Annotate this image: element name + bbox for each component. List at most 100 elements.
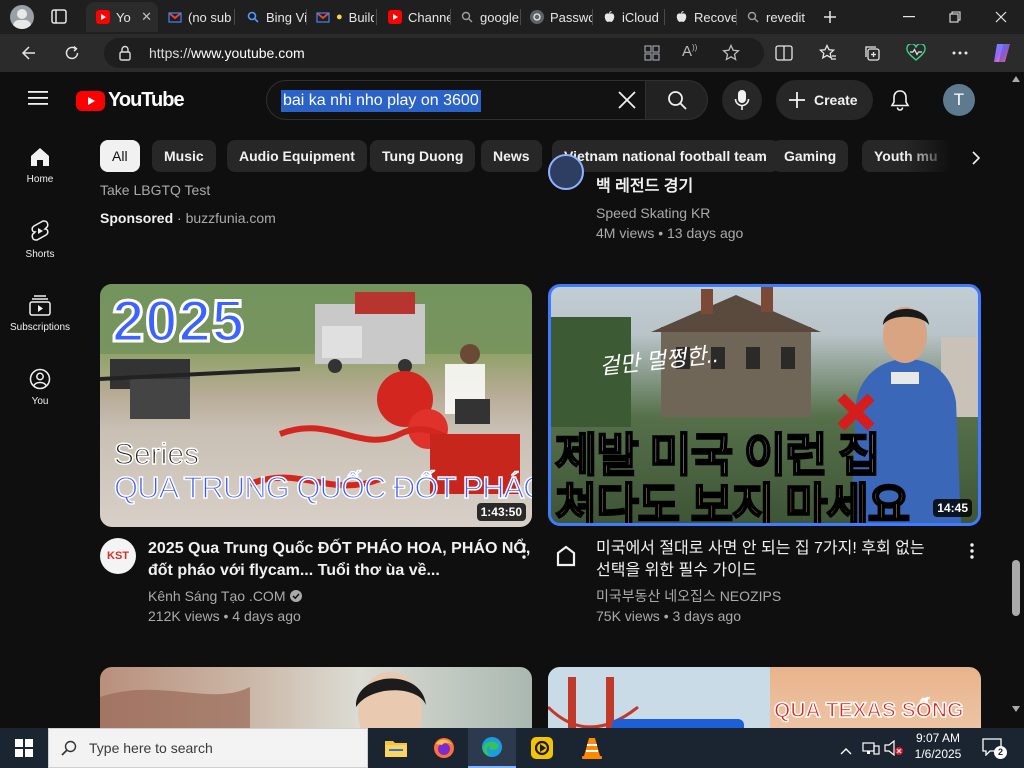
chip-audio-equipment[interactable]: Audio Equipment [227,140,367,172]
tab-bing-video[interactable]: Bing Vi [236,2,306,32]
channel-name-speed-skating[interactable]: Speed Skating KR [596,203,710,223]
page-scrollbar[interactable] [1008,72,1024,728]
tab-label: (no sub [188,9,232,25]
thumbnail-caption-text: QUA TRUNG QUỐC ĐỐT PHÁO [113,469,532,506]
video-thumbnail-bottom-left[interactable] [100,667,532,728]
video-title-speed-skating[interactable]: 백 레전드 경기 [596,176,693,198]
video-title-us-houses-line2[interactable]: 선택을 위한 필수 가이드 [596,560,757,582]
video-thumbnail-texas[interactable]: QUA TEXAS SỐNG [548,667,981,728]
plex-app[interactable] [518,728,566,768]
search-input[interactable]: bai ka nhi nho play on 3600 [266,80,646,120]
guide-item-you[interactable]: You [4,350,76,424]
notification-count-badge: 2 [994,746,1007,759]
address-bar[interactable]: https://www.youtube.com A)) [104,38,764,68]
video-thumbnail-fireworks[interactable]: 2025 Series QUA TRUNG QUỐC ĐỐT PHÁO 1:43… [100,284,532,527]
tab-channel[interactable]: Channe [378,2,450,32]
chip-gaming[interactable]: Gaming [772,140,849,172]
search-icon [61,740,77,756]
voice-search-button[interactable] [722,80,762,120]
volume-muted-icon[interactable] [884,739,904,761]
video-title-fireworks-line1[interactable]: 2025 Qua Trung Quốc ĐỐT PHÁO HOA, PHÁO N… [148,538,530,560]
chips-next-arrow-icon[interactable] [966,148,986,168]
tab-gmail[interactable]: (no sub [158,2,234,32]
tab-recover[interactable]: Recove [664,2,736,32]
create-button[interactable]: Create [776,80,873,120]
hamburger-menu-icon[interactable] [28,90,52,110]
account-avatar[interactable]: T [943,84,975,116]
tab-label: iCloud [622,9,659,25]
back-button[interactable] [14,39,42,67]
chip-music[interactable]: Music [152,140,216,172]
chip-news[interactable]: News [481,140,542,172]
video-menu-icon[interactable] [514,539,534,563]
app-available-icon[interactable] [644,45,660,66]
new-tab-button[interactable] [818,5,842,29]
video-menu-icon[interactable] [962,539,982,563]
search-icon [246,10,260,24]
read-aloud-icon[interactable]: A)) [682,43,697,60]
scroll-up-arrow-icon[interactable] [1012,76,1020,82]
youtube-logo[interactable]: YouTube [76,89,185,112]
guide-item-subscriptions[interactable]: Subscriptions [4,276,76,350]
tab-youtube[interactable]: Yo ✕ [86,2,158,32]
channel-avatar-kenh-sang-tao[interactable]: KST [100,538,136,574]
apple-icon [674,10,688,24]
windows-taskbar: Type here to search 9:07 AM 1/6/2025 2 [0,728,1024,768]
microphone-icon [734,90,750,110]
sponsored-line[interactable]: Take LBGTQ Test [100,180,210,200]
chip-vietnam-national-football-team[interactable]: Vietnam national football team [552,140,779,172]
channel-avatar-neozips[interactable] [548,538,584,574]
firefox-app[interactable] [420,728,468,768]
profile-avatar[interactable] [10,5,34,29]
search-button[interactable] [646,80,708,120]
collections-icon[interactable] [858,39,886,67]
filter-chips-bar: All Music Audio Equipment Tung Duong New… [100,136,970,176]
tab-passwords[interactable]: Passwo [520,2,592,32]
start-button[interactable] [0,728,48,768]
more-options-icon[interactable] [946,39,974,67]
tab-revedit[interactable]: revedit [736,2,808,32]
network-icon[interactable] [862,740,880,761]
refresh-button[interactable] [58,39,86,67]
tab-icloud[interactable]: iCloud [592,2,664,32]
edge-app[interactable] [468,728,516,768]
video-thumbnail-us-houses[interactable]: 겉만 멀쩡한.. 제발 미국 이런 집 쳐다도 보지 마세요 14:45 [548,284,981,526]
minimize-button[interactable] [886,0,932,34]
video-title-us-houses-line1[interactable]: 미국에서 절대로 사면 안 되는 집 7가지! 후회 없는 [596,538,925,560]
scrollbar-thumb[interactable] [1012,560,1020,616]
guide-item-home[interactable]: Home [4,128,76,202]
channel-avatar-speed-skating[interactable] [548,154,584,190]
tab-google[interactable]: google [450,2,520,32]
tab-actions-icon[interactable] [50,8,70,26]
chip-all[interactable]: All [100,140,140,172]
favorite-star-icon[interactable] [722,43,740,67]
restore-button[interactable] [932,0,978,34]
taskbar-clock[interactable]: 9:07 AM 1/6/2025 [904,731,972,761]
close-window-button[interactable] [978,0,1024,34]
notifications-center-icon[interactable]: 2 [982,738,1008,760]
lock-icon[interactable] [118,45,132,66]
video-duration: 14:45 [933,499,972,517]
channel-name-kenh-sang-tao[interactable]: Kênh Sáng Tạo .COM [148,586,303,606]
video-meta-fireworks: 212K views • 4 days ago [148,608,301,624]
guide-item-shorts[interactable]: Shorts [4,202,76,276]
file-explorer-app[interactable] [372,728,420,768]
scroll-down-arrow-icon[interactable] [1012,706,1020,712]
vlc-app[interactable] [568,728,616,768]
browser-essentials-icon[interactable] [902,39,930,67]
favorites-icon[interactable] [814,39,842,67]
clear-search-icon[interactable] [617,90,637,115]
channel-name-neozips[interactable]: 미국부동산 네오집스 NEOZIPS [596,586,781,606]
tab-build[interactable]: ● Build [306,2,374,32]
notifications-bell-icon[interactable] [890,89,910,116]
taskbar-search-box[interactable]: Type here to search [48,728,368,768]
show-hidden-icons-chevron-icon[interactable] [840,742,852,760]
split-screen-icon[interactable] [770,39,798,67]
video-meta-speed-skating: 4M views • 13 days ago [596,225,744,241]
close-tab-icon[interactable]: ✕ [141,9,152,25]
chip-tung-duong[interactable]: Tung Duong [370,140,476,172]
sponsored-domain[interactable]: buzzfunia.com [186,210,276,226]
copilot-icon[interactable] [988,39,1016,67]
video-title-fireworks-line2[interactable]: đốt pháo với flycam... Tuổi thơ ùa về... [148,560,440,582]
sponsored-info: Sponsored · buzzfunia.com [100,210,276,226]
